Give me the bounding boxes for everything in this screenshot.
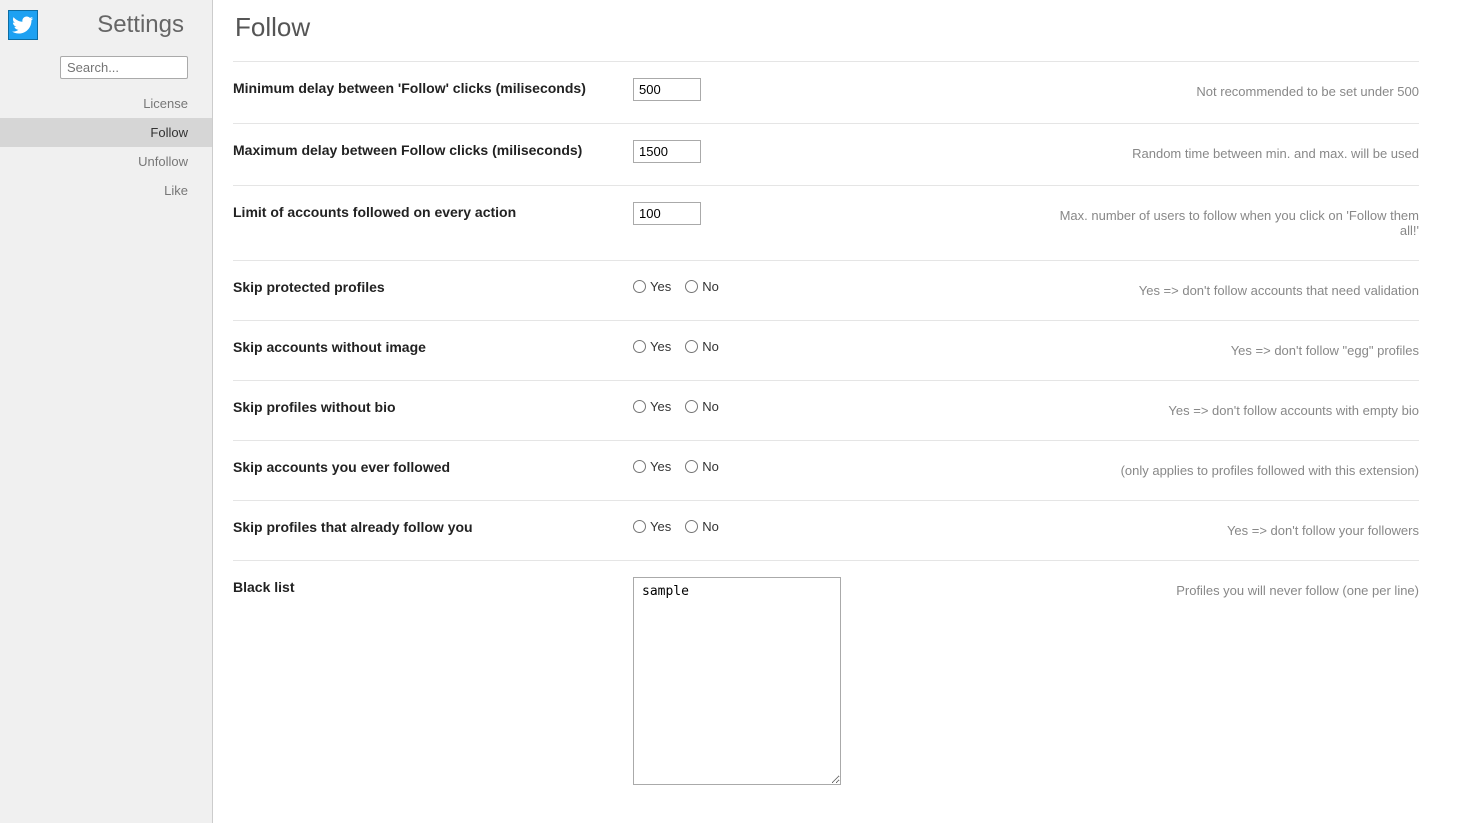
- input-max-delay[interactable]: [633, 140, 701, 163]
- textarea-blacklist[interactable]: [633, 577, 841, 785]
- row-skip-no-image: Skip accounts without image Yes No Yes =…: [233, 320, 1419, 380]
- radio-skip-no-image-yes[interactable]: Yes: [633, 339, 671, 354]
- row-skip-no-bio: Skip profiles without bio Yes No Yes => …: [233, 380, 1419, 440]
- radio-skip-protected-yes[interactable]: Yes: [633, 279, 671, 294]
- radio-skip-no-image-no[interactable]: No: [685, 339, 719, 354]
- radio-skip-followers-no[interactable]: No: [685, 519, 719, 534]
- nav-item-license[interactable]: License: [0, 89, 212, 118]
- sidebar-header: Settings: [0, 8, 212, 50]
- help-skip-protected: Yes => don't follow accounts that need v…: [1053, 275, 1419, 298]
- radio-skip-no-bio-no[interactable]: No: [685, 399, 719, 414]
- row-skip-protected: Skip protected profiles Yes No Yes => do…: [233, 260, 1419, 320]
- row-skip-followers: Skip profiles that already follow you Ye…: [233, 500, 1419, 560]
- settings-title: Settings: [38, 11, 204, 39]
- input-limit[interactable]: [633, 202, 701, 225]
- nav-item-follow[interactable]: Follow: [0, 118, 212, 147]
- main-content: Follow Minimum delay between 'Follow' cl…: [213, 0, 1479, 823]
- label-skip-followers: Skip profiles that already follow you: [233, 515, 633, 535]
- sidebar: Settings License Follow Unfollow Like: [0, 0, 213, 823]
- radio-skip-followers-yes[interactable]: Yes: [633, 519, 671, 534]
- help-skip-no-image: Yes => don't follow "egg" profiles: [1053, 335, 1419, 358]
- label-max-delay: Maximum delay between Follow clicks (mil…: [233, 138, 633, 158]
- label-skip-no-bio: Skip profiles without bio: [233, 395, 633, 415]
- input-min-delay[interactable]: [633, 78, 701, 101]
- help-limit: Max. number of users to follow when you …: [1053, 200, 1419, 238]
- search-input[interactable]: [60, 56, 188, 79]
- radio-skip-protected-no[interactable]: No: [685, 279, 719, 294]
- radio-skip-ever-followed-no[interactable]: No: [685, 459, 719, 474]
- row-skip-ever-followed: Skip accounts you ever followed Yes No (…: [233, 440, 1419, 500]
- help-blacklist: Profiles you will never follow (one per …: [1053, 575, 1419, 598]
- label-blacklist: Black list: [233, 575, 633, 595]
- label-limit: Limit of accounts followed on every acti…: [233, 200, 633, 220]
- row-blacklist: Black list Profiles you will never follo…: [233, 560, 1419, 807]
- label-skip-no-image: Skip accounts without image: [233, 335, 633, 355]
- help-skip-ever-followed: (only applies to profiles followed with …: [1053, 455, 1419, 478]
- help-max-delay: Random time between min. and max. will b…: [1053, 138, 1419, 161]
- row-min-delay: Minimum delay between 'Follow' clicks (m…: [233, 61, 1419, 123]
- twitter-icon: [8, 10, 38, 40]
- label-skip-ever-followed: Skip accounts you ever followed: [233, 455, 633, 475]
- sidebar-nav: License Follow Unfollow Like: [0, 89, 212, 205]
- help-skip-no-bio: Yes => don't follow accounts with empty …: [1053, 395, 1419, 418]
- radio-skip-no-bio-yes[interactable]: Yes: [633, 399, 671, 414]
- nav-item-like[interactable]: Like: [0, 176, 212, 205]
- page-title: Follow: [233, 12, 1419, 43]
- help-min-delay: Not recommended to be set under 500: [1053, 76, 1419, 99]
- label-min-delay: Minimum delay between 'Follow' clicks (m…: [233, 76, 633, 96]
- help-skip-followers: Yes => don't follow your followers: [1053, 515, 1419, 538]
- row-max-delay: Maximum delay between Follow clicks (mil…: [233, 123, 1419, 185]
- nav-item-unfollow[interactable]: Unfollow: [0, 147, 212, 176]
- radio-skip-ever-followed-yes[interactable]: Yes: [633, 459, 671, 474]
- row-limit: Limit of accounts followed on every acti…: [233, 185, 1419, 260]
- label-skip-protected: Skip protected profiles: [233, 275, 633, 295]
